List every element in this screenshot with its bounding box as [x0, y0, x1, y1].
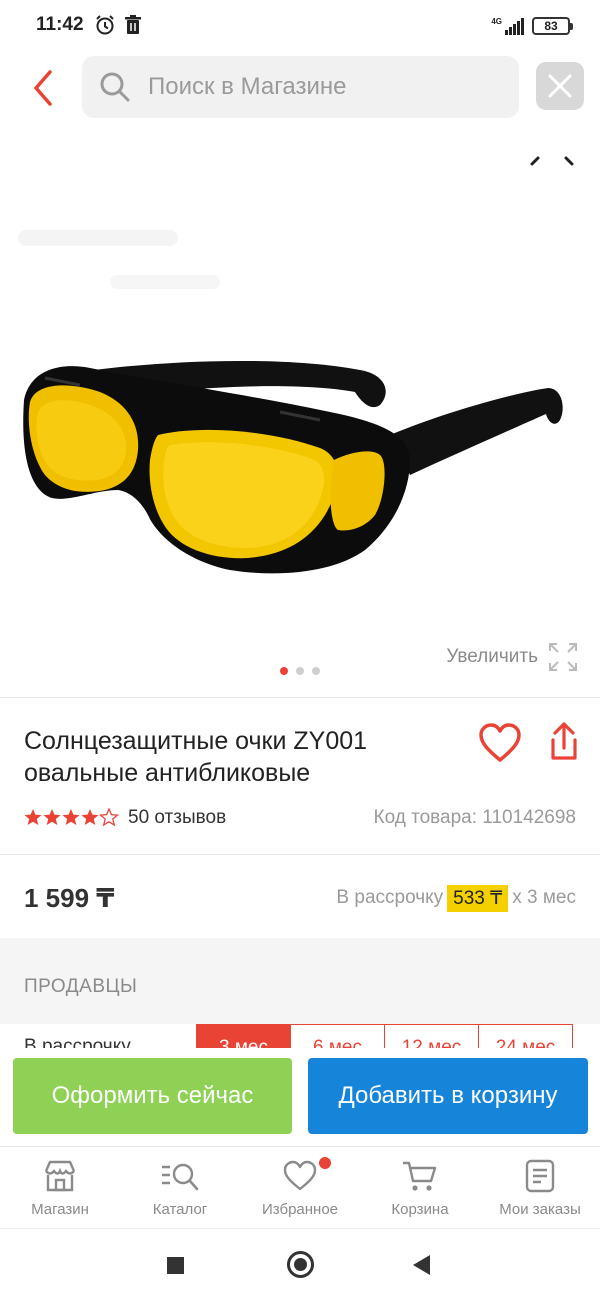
zoom-label: Увеличить: [446, 646, 538, 667]
installment-prefix: В рассрочку: [336, 887, 444, 908]
expand-icon: [549, 643, 577, 671]
product-image: [18, 156, 574, 574]
buy-now-button[interactable]: Оформить сейчас: [13, 1058, 292, 1134]
back-triangle-icon[interactable]: [413, 1255, 430, 1275]
installment-option-24[interactable]: 24 мес: [478, 1024, 573, 1048]
price-row: 1 599 ₸ В рассрочку 533 ₸ x 3 мес: [24, 880, 576, 916]
nav-label: Корзина: [391, 1201, 449, 1218]
orders-icon: [525, 1159, 555, 1193]
battery-icon: 83: [532, 17, 573, 35]
nav-item-favorites[interactable]: Избранное: [240, 1147, 360, 1228]
installment-label: В рассрочку: [24, 1036, 131, 1048]
heart-icon: [479, 723, 521, 762]
recent-apps-icon[interactable]: [167, 1257, 184, 1274]
status-time: 11:42: [36, 14, 84, 35]
product-page: 11:42 4G 83 Поиск в Магазине Увеличить С…: [0, 0, 600, 1299]
share-button[interactable]: [546, 720, 582, 764]
gallery-pagination: [280, 667, 320, 675]
zoom-button[interactable]: Увеличить: [446, 642, 578, 672]
search-input[interactable]: Поиск в Магазине: [82, 56, 519, 118]
back-button[interactable]: [24, 66, 64, 110]
cart-icon: [403, 1161, 437, 1191]
product-image-gallery[interactable]: [0, 130, 600, 695]
installment-options: 3 мес 6 мес 12 мес 24 мес: [196, 1024, 573, 1048]
product-title: Солнцезащитные очки ZY001 овальные антиб…: [24, 727, 368, 787]
alarm-icon: [94, 14, 116, 36]
network-label: 4G: [491, 17, 502, 26]
nav-item-store[interactable]: Магазин: [0, 1147, 120, 1228]
installment-amount: 533 ₸: [447, 884, 509, 912]
pagination-dot-active[interactable]: [280, 667, 288, 675]
favorite-button[interactable]: [478, 722, 522, 764]
store-icon: [44, 1160, 76, 1192]
pagination-dot[interactable]: [312, 667, 320, 675]
product-price: 1 599 ₸: [24, 882, 115, 913]
reviews-link[interactable]: 50 отзывов: [128, 807, 226, 829]
nav-label: Каталог: [152, 1201, 208, 1218]
heart-icon: [283, 1160, 317, 1191]
divider: [0, 697, 600, 698]
nav-item-orders[interactable]: Мои заказы: [480, 1147, 600, 1228]
sellers-heading: ПРОДАВЦЫ: [24, 976, 138, 997]
add-to-cart-button[interactable]: Добавить в корзину: [308, 1058, 588, 1134]
trash-icon: [122, 14, 144, 36]
home-icon[interactable]: [287, 1251, 314, 1278]
installment-option-6[interactable]: 6 мес: [290, 1024, 385, 1048]
battery-level: 83: [544, 19, 558, 33]
installment-option-12[interactable]: 12 мес: [384, 1024, 479, 1048]
catalog-search-icon: [162, 1163, 199, 1191]
installment-info: В рассрочку 533 ₸ x 3 мес: [336, 884, 576, 912]
installment-selector: В рассрочку 3 мес 6 мес 12 мес 24 мес: [0, 1024, 600, 1048]
installment-option-3[interactable]: 3 мес: [196, 1024, 291, 1048]
pagination-dot[interactable]: [296, 667, 304, 675]
signal-icon: 4G: [491, 17, 524, 35]
share-icon: [551, 722, 577, 760]
bottom-navigation: Магазин Каталог Избранное Корзина Мои за…: [0, 1146, 600, 1228]
rating-row: 50 отзывов Код товара: 110142698: [24, 806, 576, 830]
search-icon: [100, 72, 130, 102]
installment-suffix: x 3 мес: [512, 887, 576, 908]
nav-item-catalog[interactable]: Каталог: [120, 1147, 240, 1228]
nav-label: Избранное: [261, 1201, 339, 1218]
system-navigation-bar: [0, 1228, 600, 1299]
status-bar: 11:42 4G 83: [0, 0, 600, 52]
nav-label: Мои заказы: [499, 1201, 581, 1218]
divider: [0, 854, 600, 855]
action-bar: Оформить сейчас Добавить в корзину: [0, 1048, 600, 1146]
rating-stars[interactable]: [24, 808, 120, 828]
product-sku: Код товара: 110142698: [373, 807, 576, 828]
close-icon: [548, 74, 572, 98]
search-placeholder: Поиск в Магазине: [148, 73, 347, 100]
nav-label: Магазин: [31, 1201, 89, 1218]
nav-item-cart[interactable]: Корзина: [360, 1147, 480, 1228]
chevron-left-icon: [34, 70, 52, 106]
star-icon: [24, 808, 119, 826]
status-right: 4G 83: [491, 16, 573, 36]
close-search-button[interactable]: [536, 62, 584, 110]
notification-dot: [319, 1157, 331, 1169]
